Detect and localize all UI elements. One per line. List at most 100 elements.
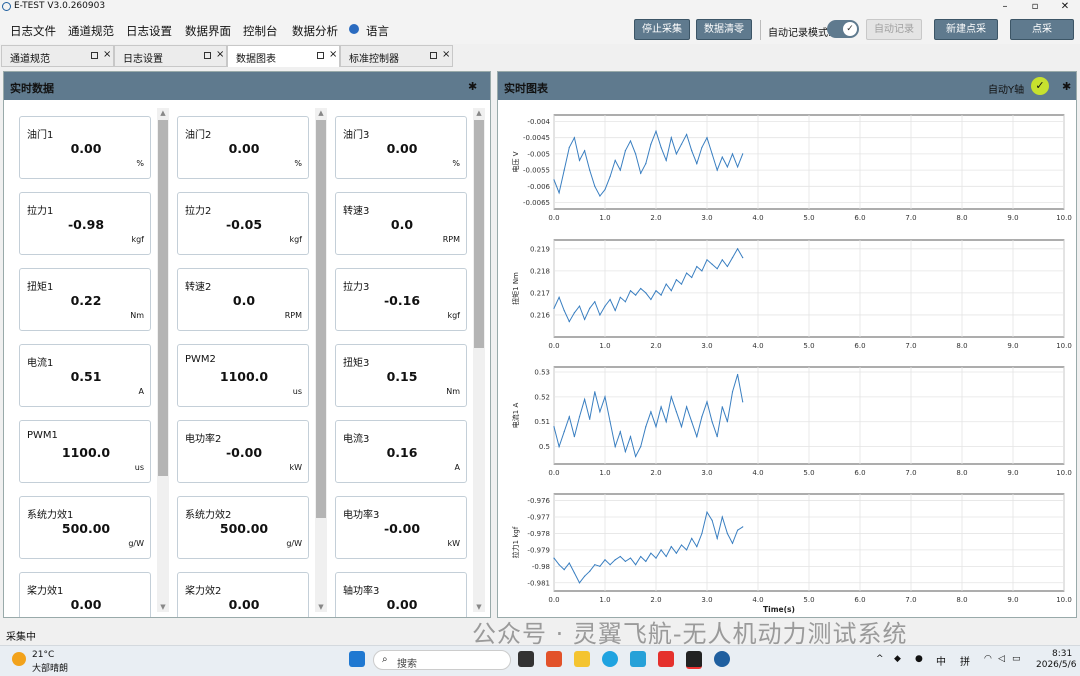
x-tick-label: 7.0	[905, 342, 916, 350]
y-tick-label: -0.977	[527, 514, 550, 522]
tab-standard-controller[interactable]: 标准控制器 ×	[340, 45, 453, 67]
close-icon[interactable]: ✕	[1050, 0, 1080, 14]
data-card-unit: RPM	[284, 311, 302, 320]
data-card-value: 500.00	[61, 521, 111, 536]
clock-time[interactable]: 8:31	[1052, 649, 1072, 659]
column-1-scrollbar[interactable]: ▲ ▼	[157, 108, 169, 612]
data-point	[670, 137, 672, 139]
data-point	[711, 153, 713, 155]
zero-data-button[interactable]: 数据清零	[696, 19, 752, 40]
new-point-capture-button[interactable]: 新建点采	[934, 19, 998, 40]
data-point	[578, 416, 581, 418]
close-icon[interactable]: ×	[442, 49, 450, 60]
data-point	[711, 263, 713, 265]
scrollbar-thumb[interactable]	[158, 120, 168, 476]
scroll-up-icon[interactable]: ▲	[473, 108, 485, 118]
data-point	[680, 283, 683, 285]
wifi-icon[interactable]: ◠	[984, 654, 992, 664]
globe-icon[interactable]	[349, 24, 359, 34]
x-tick-label: 2.0	[650, 342, 661, 350]
close-icon[interactable]: ×	[329, 49, 337, 60]
data-point	[604, 559, 606, 561]
taobao-icon[interactable]	[546, 651, 562, 667]
weather-temp[interactable]: 21°C	[32, 650, 54, 660]
antivirus-icon[interactable]: ◆	[894, 654, 901, 664]
minimize-icon[interactable]: –	[990, 0, 1020, 14]
x-tick-label: 10.0	[1056, 342, 1072, 350]
menu-console[interactable]: 控制台	[243, 23, 278, 39]
data-card-value: 1100.0	[219, 369, 269, 384]
scrollbar-thumb[interactable]	[474, 120, 484, 348]
data-point	[573, 436, 575, 438]
menu-data-analysis[interactable]: 数据分析	[292, 23, 338, 39]
float-icon[interactable]	[317, 52, 324, 59]
data-point	[742, 401, 744, 403]
data-point	[609, 421, 611, 423]
point-capture-button[interactable]: 点采	[1010, 19, 1074, 40]
wps-icon[interactable]	[658, 651, 674, 667]
column-2-scrollbar[interactable]: ▲ ▼	[315, 108, 327, 612]
data-point	[696, 436, 698, 438]
scroll-down-icon[interactable]: ▼	[157, 602, 169, 612]
gear-icon[interactable]: ✱	[1062, 80, 1071, 93]
search-icon: ⌕	[382, 654, 388, 665]
clock-date[interactable]: 2026/5/6	[1036, 660, 1076, 670]
menu-log-settings[interactable]: 日志设置	[126, 23, 172, 39]
windows-start-icon[interactable]	[349, 651, 365, 667]
close-icon[interactable]: ×	[103, 49, 111, 60]
float-icon[interactable]	[430, 52, 437, 59]
scroll-up-icon[interactable]: ▲	[157, 108, 169, 118]
float-icon[interactable]	[204, 52, 211, 59]
close-icon[interactable]: ×	[216, 49, 224, 60]
data-point	[563, 569, 565, 571]
weather-icon[interactable]	[12, 652, 26, 666]
ime-lang[interactable]: 中	[936, 653, 946, 668]
maximize-icon[interactable]: ▫	[1020, 0, 1050, 14]
data-point	[553, 307, 555, 309]
ime-mode[interactable]: 拼	[960, 653, 970, 668]
stop-acquisition-button[interactable]: 停止采集	[634, 19, 690, 40]
notes-app-icon[interactable]	[686, 651, 702, 669]
scrollbar-thumb[interactable]	[316, 120, 326, 518]
volume-icon[interactable]: ◁	[998, 654, 1005, 664]
task-view-icon[interactable]	[518, 651, 534, 667]
menu-log-file[interactable]: 日志文件	[10, 23, 56, 39]
realtime-charts: 0.0 1.0 2.0 3.0 4.0 5.0 6.0 7.0 8.0 9.0 10.0 -0.004…	[511, 114, 1072, 614]
float-icon[interactable]	[91, 52, 98, 59]
data-point	[640, 287, 642, 290]
tab-data-charts[interactable]: 数据图表 ×	[227, 45, 340, 67]
weather-desc[interactable]: 大部晴朗	[32, 661, 68, 674]
data-card-unit: g/W	[128, 539, 144, 548]
x-axis-label: Time(s)	[763, 605, 795, 614]
x-tick-label: 8.0	[956, 342, 967, 350]
edge-icon[interactable]	[602, 651, 618, 667]
scroll-up-icon[interactable]: ▲	[315, 108, 327, 118]
chevron-up-icon[interactable]: ^	[876, 654, 884, 664]
taskbar-search[interactable]: ⌕ 搜索	[373, 650, 511, 670]
file-explorer-icon[interactable]	[574, 651, 590, 667]
menu-language[interactable]: 语言	[366, 23, 389, 39]
etest-app-icon[interactable]	[714, 651, 730, 667]
x-tick-label: 10.0	[1056, 596, 1072, 604]
scroll-down-icon[interactable]: ▼	[315, 602, 327, 612]
column-3-scrollbar[interactable]: ▲ ▼	[473, 108, 485, 612]
tab-channel-spec[interactable]: 通道规范 ×	[1, 45, 114, 67]
auto-record-toggle[interactable]: ✓	[827, 20, 859, 38]
data-point	[614, 159, 616, 161]
data-point	[558, 192, 560, 194]
auto-y-axis-check-icon[interactable]: ✓	[1031, 77, 1049, 95]
battery-icon[interactable]: ▭	[1012, 654, 1021, 664]
x-tick-label: 9.0	[1007, 342, 1018, 350]
menu-channel-spec[interactable]: 通道规范	[68, 23, 114, 39]
menu-data-view[interactable]: 数据界面	[185, 23, 231, 39]
wechat-icon[interactable]	[630, 651, 646, 667]
data-card-value: 0.15	[386, 369, 418, 384]
scroll-down-icon[interactable]: ▼	[473, 602, 485, 612]
auto-record-button[interactable]: 自动记录	[866, 19, 922, 40]
tab-log-settings[interactable]: 日志设置 ×	[114, 45, 227, 67]
data-card-grid: 油门1 0.00% 拉力1 -0.98 kgf 扭矩1 0.22 Nm 电流1 0.51 A PWM1…	[4, 72, 490, 617]
cloud-icon[interactable]: ●	[915, 654, 923, 664]
data-point	[716, 169, 718, 171]
data-point	[701, 146, 703, 149]
data-card-value: 1100.0	[61, 445, 111, 460]
